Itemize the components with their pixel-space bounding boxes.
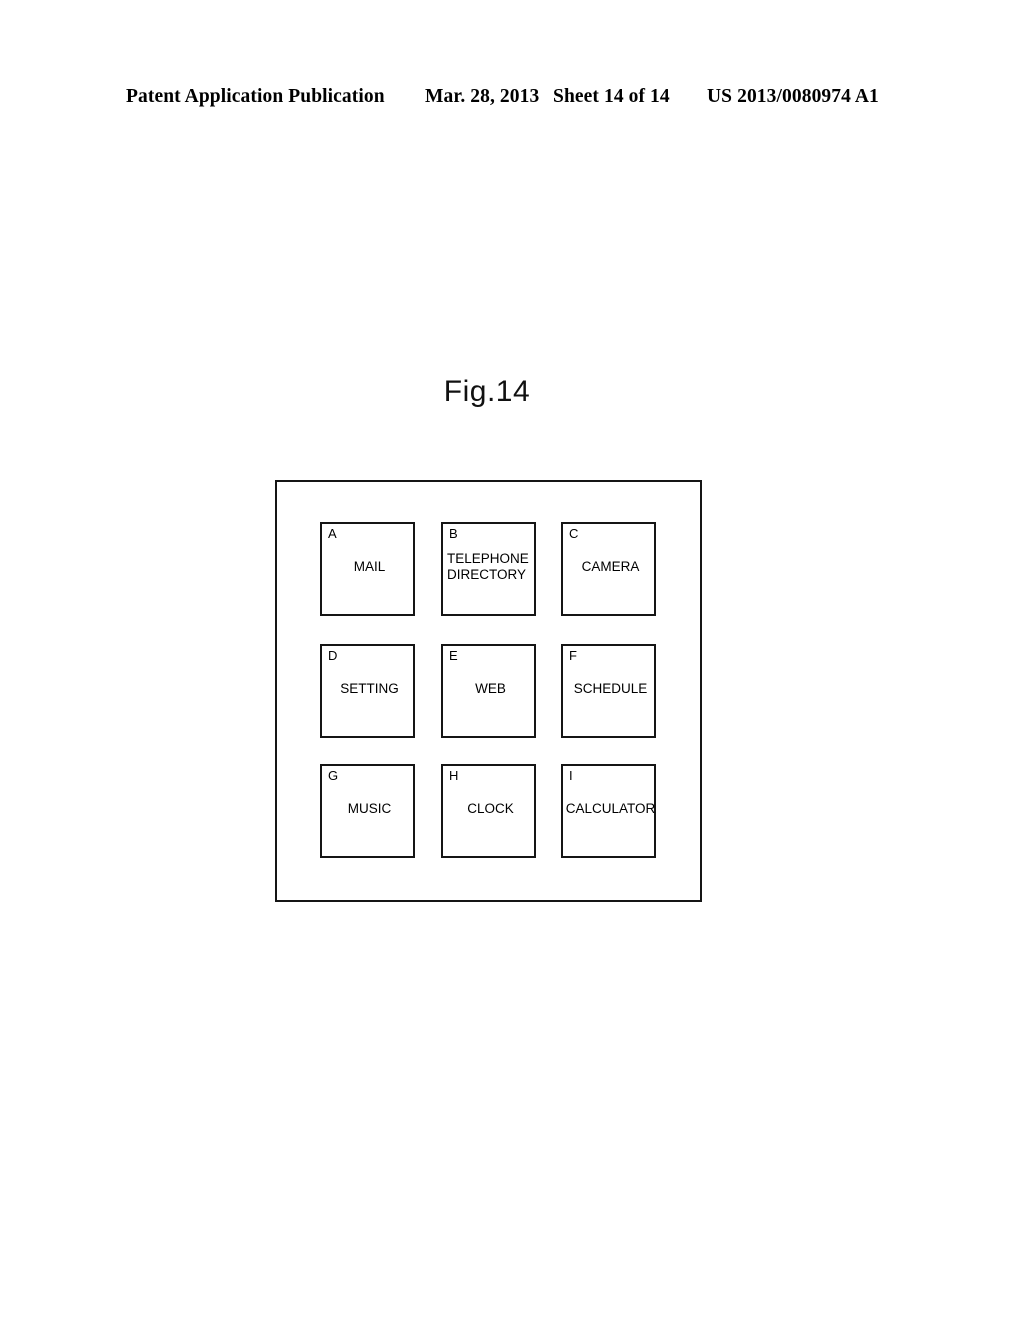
icon-cell-c[interactable]: C CAMERA (561, 522, 656, 616)
icon-cell-label-e: WEB (475, 681, 506, 696)
icon-cell-key-e: E (449, 648, 458, 663)
icon-cell-e[interactable]: E WEB (441, 644, 536, 738)
header-sheet-text: Sheet 14 of 14 (553, 86, 670, 107)
icon-cell-label-b: TELEPHONE DIRECTORY (447, 551, 529, 582)
figure-title-text: Fig.14 (443, 375, 531, 408)
device-screen-frame: A MAIL B TELEPHONE DIRECTORY C CAMERA D … (275, 480, 702, 902)
icon-cell-key-f: F (569, 648, 577, 663)
icon-cell-label-c: CAMERA (581, 559, 640, 574)
header-publication-number: US 2013/0080974 A1 (707, 86, 879, 107)
icon-cell-f[interactable]: F SCHEDULE (561, 644, 656, 738)
icon-cell-key-c: C (569, 526, 579, 541)
icon-cell-b[interactable]: B TELEPHONE DIRECTORY (441, 522, 536, 616)
icon-cell-key-g: G (328, 768, 339, 783)
icon-cell-label-d: SETTING (340, 681, 399, 696)
patent-page-header: Patent Application Publication Mar. 28, … (0, 86, 1024, 116)
application-icon-grid: A MAIL B TELEPHONE DIRECTORY C CAMERA D … (320, 522, 657, 865)
icon-cell-a[interactable]: A MAIL (320, 522, 415, 616)
icon-cell-label-f: SCHEDULE (573, 681, 648, 696)
icon-cell-key-d: D (328, 648, 338, 663)
figure-title: Fig.14 (0, 375, 1024, 409)
icon-cell-d[interactable]: D SETTING (320, 644, 415, 738)
icon-cell-key-h: H (449, 768, 459, 783)
icon-cell-key-a: A (328, 526, 337, 541)
icon-cell-label-h: CLOCK (467, 801, 514, 816)
header-publication-text: Patent Application Publication (126, 86, 385, 107)
header-date-text: Mar. 28, 2013 (425, 86, 540, 107)
icon-cell-key-b: B (449, 526, 458, 541)
icon-cell-label-g: MUSIC (347, 801, 392, 816)
icon-cell-label-i: CALCULATOR (565, 801, 656, 816)
icon-cell-h[interactable]: H CLOCK (441, 764, 536, 858)
icon-cell-label-a: MAIL (353, 559, 386, 574)
icon-cell-g[interactable]: G MUSIC (320, 764, 415, 858)
icon-cell-key-i: I (569, 768, 573, 783)
icon-cell-i[interactable]: I CALCULATOR (561, 764, 656, 858)
